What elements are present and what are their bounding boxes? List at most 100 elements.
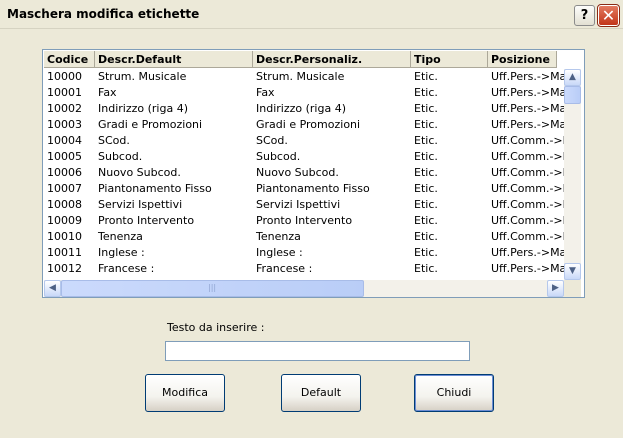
table-cell: Uff.Pers.->Masc: [491, 118, 564, 131]
grip-icon: |||: [208, 283, 217, 292]
scroll-down-button[interactable]: ▼: [564, 263, 581, 280]
table-row[interactable]: 10010 Tenenza Tenenza Etic. Uff.Comm.->Ma: [44, 229, 564, 245]
table-cell: Uff.Comm.->Ma: [491, 150, 564, 163]
chevron-right-icon: ▶: [552, 283, 559, 293]
table-cell: Indirizzo (riga 4): [256, 102, 346, 115]
horizontal-scroll-thumb[interactable]: |||: [61, 280, 364, 297]
table-cell: Inglese :: [256, 246, 303, 259]
table-cell: 10004: [47, 134, 82, 147]
table-row[interactable]: 10012 Francese : Francese : Etic. Uff.Pers.-…: [44, 261, 564, 277]
table-cell: 10006: [47, 166, 82, 179]
table-cell: Gradi e Promozioni: [98, 118, 203, 131]
table-cell: Fax: [256, 86, 275, 99]
horizontal-scrollbar[interactable]: ◀ ||| ▶: [44, 280, 564, 297]
table-cell: 10000: [47, 70, 82, 83]
table-cell: Uff.Comm.->Ma: [491, 214, 564, 227]
close-window-button[interactable]: ✕: [597, 4, 620, 27]
scroll-up-button[interactable]: ▲: [564, 69, 581, 86]
table-cell: Pronto Intervento: [256, 214, 353, 227]
table-cell: Uff.Comm.->Ma: [491, 182, 564, 195]
column-header-tipo[interactable]: Tipo: [411, 51, 488, 68]
table-row[interactable]: 10004 SCod. SCod. Etic. Uff.Comm.->Ma: [44, 133, 564, 149]
table-cell: Etic.: [414, 134, 438, 147]
table-cell: 10007: [47, 182, 82, 195]
table-cell: 10009: [47, 214, 82, 227]
table-row[interactable]: 10009 Pronto Intervento Pronto Intervento E…: [44, 213, 564, 229]
chevron-left-icon: ◀: [49, 283, 56, 293]
table-cell: Francese :: [98, 262, 155, 275]
scrollbar-corner: [564, 280, 581, 297]
table-row[interactable]: 10000 Strum. Musicale Strum. Musicale Etic.…: [44, 69, 564, 85]
table-cell: Tenenza: [98, 230, 143, 243]
table-cell: Uff.Pers.->Masc: [491, 86, 564, 99]
table-row[interactable]: 10001 Fax Fax Etic. Uff.Pers.->Masc: [44, 85, 564, 101]
table-cell: 10005: [47, 150, 82, 163]
table-cell: 10002: [47, 102, 82, 115]
table-row[interactable]: 10003 Gradi e Promozioni Gradi e Promozion…: [44, 117, 564, 133]
title-bar: Maschera modifica etichette ? ✕: [0, 0, 623, 29]
list-rows: 10000 Strum. Musicale Strum. Musicale Etic.…: [44, 69, 564, 278]
table-cell: Inglese :: [98, 246, 145, 259]
table-cell: Etic.: [414, 86, 438, 99]
table-cell: Etic.: [414, 118, 438, 131]
table-cell: Subcod.: [98, 150, 143, 163]
help-button[interactable]: ?: [574, 5, 595, 26]
chevron-up-icon: ▲: [569, 72, 576, 82]
table-cell: 10011: [47, 246, 82, 259]
table-cell: SCod.: [256, 134, 288, 147]
table-cell: Servizi Ispettivi: [98, 198, 183, 211]
table-cell: Strum. Musicale: [256, 70, 345, 83]
column-header-codice[interactable]: Codice: [44, 51, 95, 68]
table-cell: Piantonamento Fisso: [256, 182, 370, 195]
table-cell: Etic.: [414, 182, 438, 195]
table-cell: Piantonamento Fisso: [98, 182, 212, 195]
table-cell: Etic.: [414, 262, 438, 275]
table-cell: 10001: [47, 86, 82, 99]
table-cell: Etic.: [414, 198, 438, 211]
table-row[interactable]: 10006 Nuovo Subcod. Nuovo Subcod. Etic. Uff.…: [44, 165, 564, 181]
table-cell: Uff.Comm.->Ma: [491, 134, 564, 147]
table-cell: Gradi e Promozioni: [256, 118, 361, 131]
table-cell: Uff.Pers.->Masc: [491, 70, 564, 83]
close-icon: ✕: [601, 6, 616, 25]
table-cell: 10008: [47, 198, 82, 211]
scroll-left-button[interactable]: ◀: [44, 280, 61, 297]
vertical-scrollbar[interactable]: ▲ ▼: [564, 69, 581, 280]
table-cell: Uff.Pers.->Masc: [491, 262, 564, 275]
table-cell: Pronto Intervento: [98, 214, 195, 227]
chevron-down-icon: ▼: [569, 266, 576, 276]
table-cell: Etic.: [414, 246, 438, 259]
table-row[interactable]: 10007 Piantonamento Fisso Piantonamento Fi…: [44, 181, 564, 197]
help-icon: ?: [580, 8, 589, 23]
scroll-right-button[interactable]: ▶: [547, 280, 564, 297]
table-cell: Uff.Pers.->Masc: [491, 102, 564, 115]
table-cell: 10003: [47, 118, 82, 131]
table-cell: Servizi Ispettivi: [256, 198, 341, 211]
table-cell: Francese :: [256, 262, 313, 275]
close-button[interactable]: Chiudi: [414, 374, 494, 412]
table-cell: Indirizzo (riga 4): [98, 102, 188, 115]
column-header-posizione[interactable]: Posizione: [488, 51, 557, 68]
vertical-scroll-thumb[interactable]: [564, 86, 581, 104]
column-header-descr-default[interactable]: Descr.Default: [95, 51, 253, 68]
table-row[interactable]: 10002 Indirizzo (riga 4) Indirizzo (riga 4…: [44, 101, 564, 117]
table-cell: Uff.Comm.->Ma: [491, 166, 564, 179]
list-header: Codice Descr.Default Descr.Personaliz. T…: [44, 51, 557, 68]
table-row[interactable]: 10011 Inglese : Inglese : Etic. Uff.Pers.->M…: [44, 245, 564, 261]
column-header-descr-personaliz[interactable]: Descr.Personaliz.: [253, 51, 411, 68]
table-cell: Uff.Comm.->Ma: [491, 198, 564, 211]
labels-list[interactable]: Codice Descr.Default Descr.Personaliz. T…: [42, 49, 585, 298]
table-cell: Subcod.: [256, 150, 301, 163]
table-cell: Etic.: [414, 150, 438, 163]
table-row[interactable]: 10005 Subcod. Subcod. Etic. Uff.Comm.->Ma: [44, 149, 564, 165]
text-input-label: Testo da inserire :: [167, 321, 265, 334]
table-cell: Strum. Musicale: [98, 70, 187, 83]
table-row[interactable]: 10008 Servizi Ispettivi Servizi Ispettivi E…: [44, 197, 564, 213]
table-cell: Etic.: [414, 166, 438, 179]
text-input[interactable]: [165, 341, 470, 361]
table-cell: Etic.: [414, 230, 438, 243]
default-button[interactable]: Default: [281, 374, 361, 412]
table-cell: SCod.: [98, 134, 130, 147]
table-cell: Nuovo Subcod.: [98, 166, 181, 179]
modify-button[interactable]: Modifica: [145, 374, 225, 412]
